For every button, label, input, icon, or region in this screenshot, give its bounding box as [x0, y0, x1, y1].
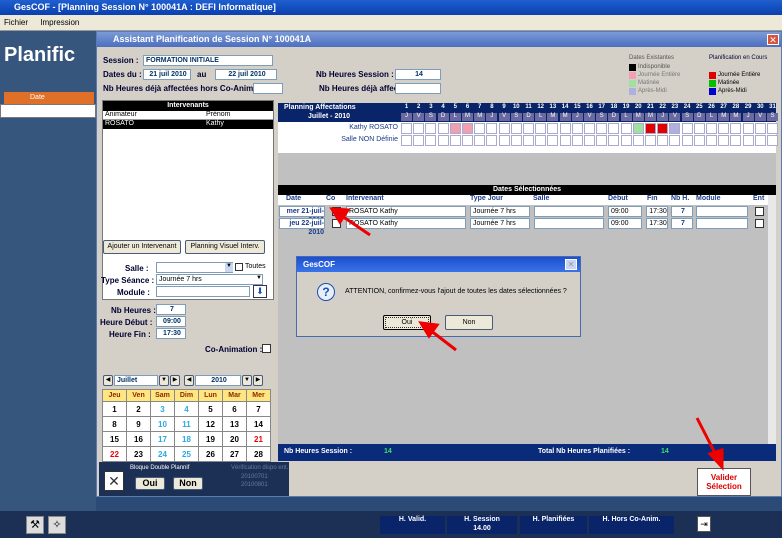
summary-col-header: H. Session [447, 516, 517, 525]
exit-door-icon[interactable]: ⇥ [697, 516, 711, 532]
summary-col-header: H. Planifiées [520, 516, 587, 525]
summary-col-value: 14.00 [447, 525, 517, 534]
summary-col-header: H. Hors Co-Anim. [589, 516, 674, 525]
arrow-3 [695, 417, 718, 456]
arrow-3-head [707, 447, 724, 471]
arrow-1 [341, 214, 371, 237]
summary-col-value [589, 525, 674, 534]
annotation-arrows [329, 207, 724, 471]
arrow-2 [429, 328, 457, 352]
summary-col-value [520, 525, 587, 534]
wizard-icon[interactable]: ✧ [48, 516, 66, 534]
tools-icon[interactable]: ⚒ [26, 516, 44, 534]
summary-col-value [380, 525, 445, 534]
summary-col-header: H. Valid. [380, 516, 445, 525]
bottom-toolbar: ⚒ ✧ H. Valid. H. Session 14.00 H. Planifiée… [0, 511, 782, 538]
